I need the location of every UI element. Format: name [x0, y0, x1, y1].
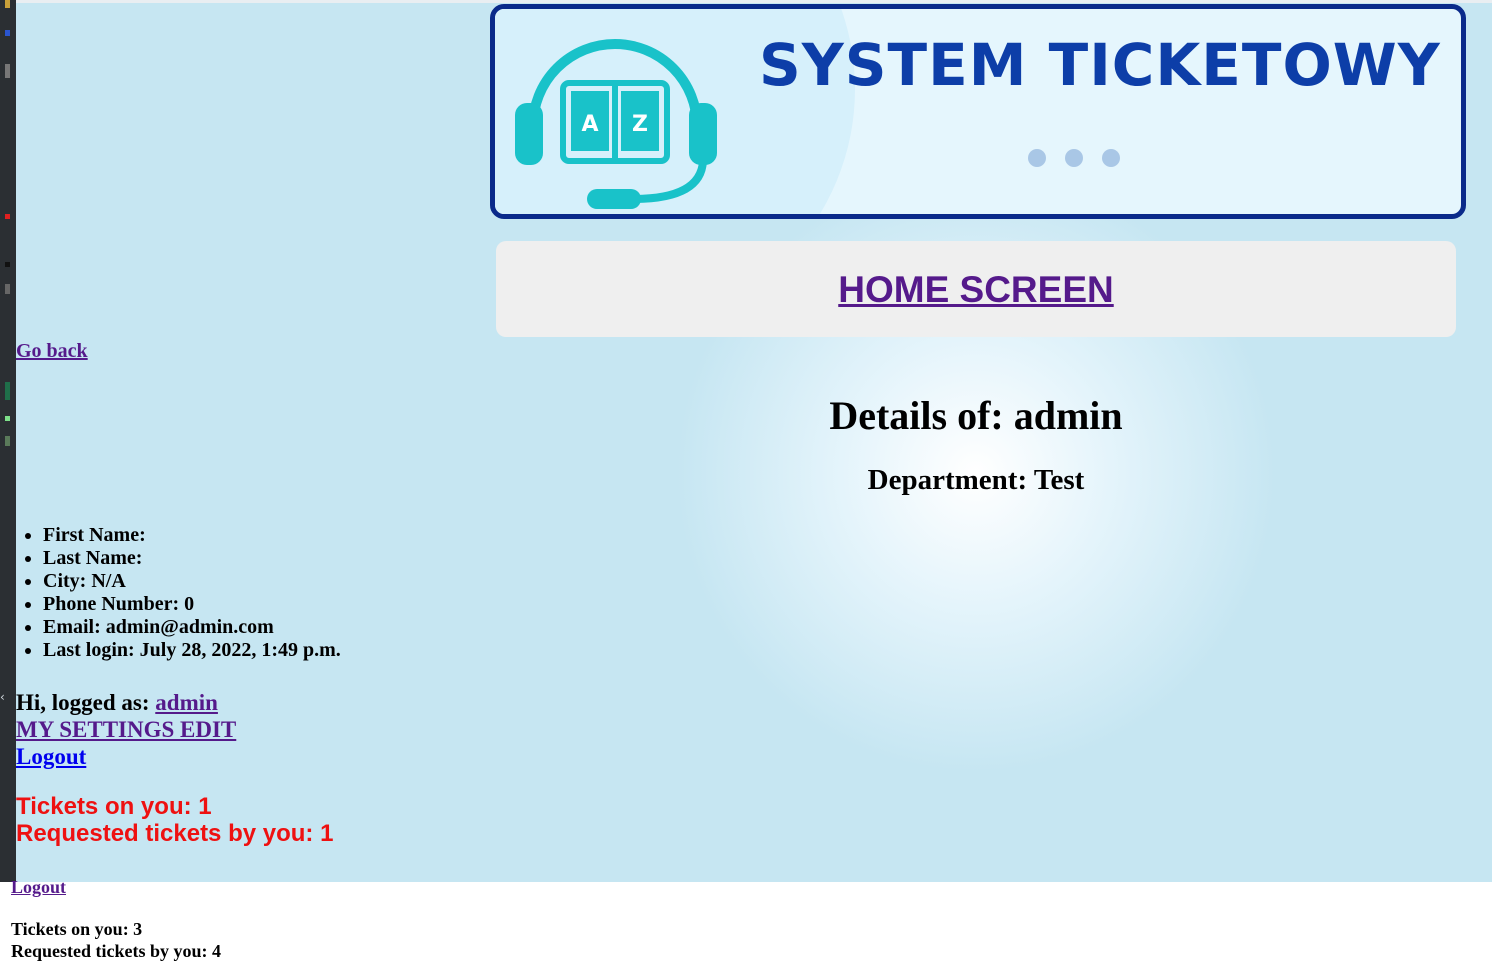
- username-link[interactable]: admin: [155, 690, 218, 715]
- tickets-on-you: Tickets on you: 1: [16, 793, 212, 820]
- home-screen-link[interactable]: HOME SCREEN: [838, 269, 1113, 311]
- list-item-city: City: N/A: [43, 570, 341, 593]
- banner-title: SYSTEM TICKETOWY: [759, 31, 1441, 99]
- dot-icon: [1065, 149, 1083, 167]
- requested-tickets-by-you: Requested tickets by you: 1: [16, 820, 334, 847]
- home-nav-box: HOME SCREEN: [496, 241, 1456, 337]
- department-title: Department: Test: [867, 464, 1085, 496]
- logo-letter-a: A: [581, 112, 598, 137]
- lower-ticket-stats: Tickets on you: 3 Requested tickets by y…: [11, 918, 221, 962]
- banner-dots: [1028, 149, 1139, 172]
- go-back-link[interactable]: Go back: [16, 340, 88, 363]
- greeting-line: Hi, logged as: admin: [16, 689, 236, 716]
- logo-letter-z: Z: [632, 112, 648, 137]
- helpdesk-headset-book-icon: A Z: [515, 39, 717, 209]
- lower-requested-tickets-by-you: Requested tickets by you: 4: [11, 941, 221, 961]
- greeting-text: Hi, logged as:: [16, 690, 150, 715]
- list-item-last-login: Last login: July 28, 2022, 1:49 p.m.: [43, 639, 341, 662]
- list-item-phone: Phone Number: 0: [43, 593, 341, 616]
- list-item-last-name: Last Name:: [43, 547, 341, 570]
- lower-tickets-on-you: Tickets on you: 3: [11, 919, 143, 939]
- list-item-email: Email: admin@admin.com: [43, 616, 341, 639]
- user-panel: Hi, logged as: admin MY SETTINGS EDIT Lo…: [16, 689, 236, 770]
- user-details-list: First Name: Last Name: City: N/A Phone N…: [16, 524, 341, 662]
- chevron-left-icon[interactable]: ‹: [0, 690, 5, 704]
- background-window-strip: ‹: [0, 0, 16, 882]
- my-settings-edit-link[interactable]: MY SETTINGS EDIT: [16, 717, 236, 742]
- header-banner: A Z SYSTEM TICKETOWY: [490, 4, 1466, 219]
- logout-link[interactable]: Logout: [16, 744, 86, 769]
- list-item-first-name: First Name:: [43, 524, 341, 547]
- dot-icon: [1028, 149, 1046, 167]
- ticket-stats: Tickets on you: 1 Requested tickets by y…: [16, 793, 333, 847]
- details-title: Details of: admin: [829, 393, 1123, 438]
- lower-logout-link[interactable]: Logout: [11, 877, 66, 898]
- dot-icon: [1102, 149, 1120, 167]
